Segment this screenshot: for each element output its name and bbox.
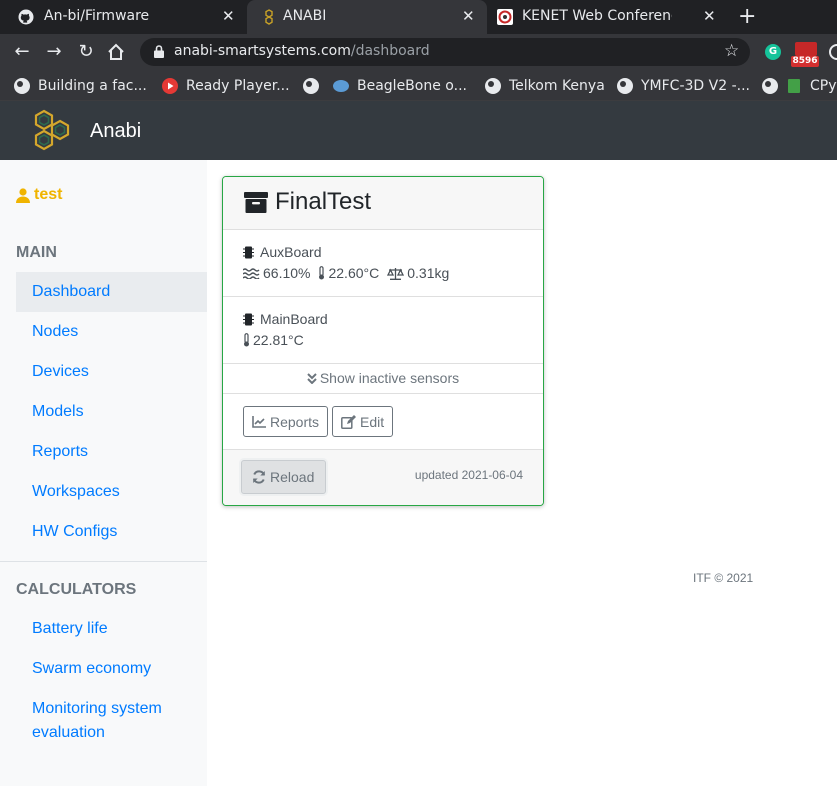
github-icon bbox=[18, 9, 34, 25]
home-icon[interactable] bbox=[106, 42, 126, 62]
lock-icon bbox=[154, 45, 164, 58]
tab-anabi[interactable]: ANABI ✕ bbox=[247, 0, 487, 34]
sidebar-item-nodes[interactable]: Nodes bbox=[16, 312, 207, 352]
sidebar-item-models[interactable]: Models bbox=[16, 392, 207, 432]
brand-name[interactable]: Anabi bbox=[90, 120, 141, 143]
bookmark-item[interactable]: Ready Player... bbox=[162, 76, 290, 96]
mail-extension-icon[interactable] bbox=[795, 42, 817, 56]
tab-title: ANABI bbox=[283, 8, 327, 24]
youtube-icon bbox=[162, 78, 178, 94]
bookmark-item[interactable] bbox=[762, 76, 786, 96]
close-tab-icon[interactable]: ✕ bbox=[222, 7, 235, 25]
sidebar-item-monitoring-evaluation[interactable]: Monitoring system evaluation bbox=[16, 689, 207, 745]
scale-icon bbox=[387, 267, 405, 280]
bookmarks-bar: Building a fac... Ready Player... Beagle… bbox=[0, 70, 837, 101]
bookmark-star-icon[interactable]: ☆ bbox=[724, 41, 739, 61]
board-readings: 22.81°C bbox=[243, 332, 312, 348]
node-card-header: FinalTest bbox=[223, 177, 543, 230]
back-arrow-icon[interactable]: ← bbox=[10, 40, 34, 64]
refresh-icon bbox=[253, 470, 265, 484]
browser-tab-strip: An-bi/Firmware ✕ ANABI ✕ KENET Web Confe… bbox=[0, 0, 837, 34]
globe-icon bbox=[617, 78, 633, 94]
kenet-favicon bbox=[497, 9, 513, 25]
edit-button[interactable]: Edit bbox=[332, 406, 394, 437]
double-chevron-down-icon bbox=[307, 373, 317, 385]
humidity-icon bbox=[243, 267, 260, 279]
board-name: MainBoard bbox=[243, 311, 328, 327]
sidebar-item-reports[interactable]: Reports bbox=[16, 432, 207, 472]
bookmark-item[interactable] bbox=[303, 76, 327, 96]
node-card-footer: Reload updated 2021-06-04 bbox=[223, 450, 543, 505]
bookmark-item[interactable]: BeagleBone o... bbox=[333, 76, 467, 96]
board-mainboard: MainBoard 22.81°C bbox=[223, 297, 543, 364]
node-name[interactable]: FinalTest bbox=[275, 188, 371, 216]
tab-firmware[interactable]: An-bi/Firmware ✕ bbox=[0, 0, 247, 34]
forward-arrow-icon[interactable]: → bbox=[42, 40, 66, 64]
url-text: anabi-smartsystems.com/dashboard bbox=[174, 43, 430, 59]
sidebar-divider bbox=[0, 561, 207, 562]
tab-title: KENET Web Conferenc bbox=[522, 8, 672, 24]
browser-toolbar: ← → ↻ anabi-smartsystems.com/dashboard ☆… bbox=[0, 34, 837, 70]
anabi-logo-icon[interactable] bbox=[32, 109, 72, 153]
sidebar-item-devices[interactable]: Devices bbox=[16, 352, 207, 392]
bookmark-item[interactable]: CPyt bbox=[786, 76, 837, 96]
temperature-reading: 22.60°C bbox=[318, 265, 379, 281]
sidebar-item-hw-configs[interactable]: HW Configs bbox=[16, 512, 207, 552]
board-readings: 66.10% 22.60°C 0.31kg bbox=[243, 265, 457, 281]
thermometer-icon bbox=[244, 333, 249, 347]
tab-kenet[interactable]: KENET Web Conferenc ✕ bbox=[487, 0, 727, 34]
main-section-heading: MAIN bbox=[16, 244, 57, 261]
footer-text: ITF © 2021 bbox=[693, 571, 754, 585]
last-updated-text: updated 2021-06-04 bbox=[414, 468, 523, 482]
node-actions: Reports Edit bbox=[223, 394, 543, 450]
anabi-favicon bbox=[265, 9, 273, 25]
reload-page-icon[interactable]: ↻ bbox=[74, 40, 98, 64]
globe-icon bbox=[14, 78, 30, 94]
thermometer-icon bbox=[319, 266, 325, 280]
calculators-section-heading: CALCULATORS bbox=[16, 581, 137, 598]
close-tab-icon[interactable]: ✕ bbox=[462, 7, 475, 25]
reports-button[interactable]: Reports bbox=[243, 406, 329, 437]
humidity-reading: 66.10% bbox=[243, 265, 310, 281]
board-auxboard: AuxBoard 66.10% 22.60°C 0.31kg bbox=[223, 230, 543, 297]
board-name: AuxBoard bbox=[243, 244, 321, 260]
line-chart-icon bbox=[252, 415, 266, 428]
address-bar[interactable]: anabi-smartsystems.com/dashboard ☆ bbox=[140, 38, 750, 66]
reload-button[interactable]: Reload bbox=[241, 460, 326, 494]
weight-reading: 0.31kg bbox=[387, 265, 449, 281]
sidebar-item-dashboard[interactable]: Dashboard bbox=[16, 272, 207, 312]
sidebar-item-workspaces[interactable]: Workspaces bbox=[16, 472, 207, 512]
close-tab-icon[interactable]: ✕ bbox=[703, 7, 716, 25]
new-tab-button[interactable]: + bbox=[738, 4, 756, 29]
archive-box-icon bbox=[244, 192, 268, 213]
node-card: FinalTest AuxBoard 66.10% 22.60°C 0.31kg… bbox=[222, 176, 544, 506]
user-name: test bbox=[34, 186, 63, 203]
bookmark-item[interactable]: Building a fac... bbox=[14, 76, 147, 96]
user-link[interactable]: test bbox=[16, 186, 62, 204]
show-inactive-sensors-link[interactable]: Show inactive sensors bbox=[223, 364, 543, 394]
book-icon bbox=[788, 79, 800, 93]
edit-icon bbox=[341, 414, 356, 429]
extension-icon[interactable] bbox=[829, 44, 837, 60]
globe-icon bbox=[485, 78, 501, 94]
globe-icon bbox=[303, 78, 319, 94]
bookmark-item[interactable]: Telkom Kenya bbox=[485, 76, 605, 96]
user-icon bbox=[16, 187, 30, 203]
temperature-reading: 22.81°C bbox=[243, 332, 304, 348]
app-navbar: Anabi bbox=[0, 101, 837, 160]
chip-icon bbox=[243, 313, 254, 325]
bookmark-item[interactable]: YMFC-3D V2 -... bbox=[617, 76, 750, 96]
mail-count-badge: 8596 bbox=[791, 56, 819, 67]
globe-icon bbox=[762, 78, 778, 94]
beagle-icon bbox=[333, 80, 349, 92]
sidebar: test MAIN Dashboard Nodes Devices Models… bbox=[0, 160, 207, 786]
sidebar-item-swarm-economy[interactable]: Swarm economy bbox=[16, 649, 207, 689]
sidebar-item-battery-life[interactable]: Battery life bbox=[16, 609, 207, 649]
tab-title: An-bi/Firmware bbox=[44, 8, 150, 24]
grammarly-icon[interactable]: G bbox=[765, 44, 781, 60]
chip-icon bbox=[243, 246, 254, 258]
